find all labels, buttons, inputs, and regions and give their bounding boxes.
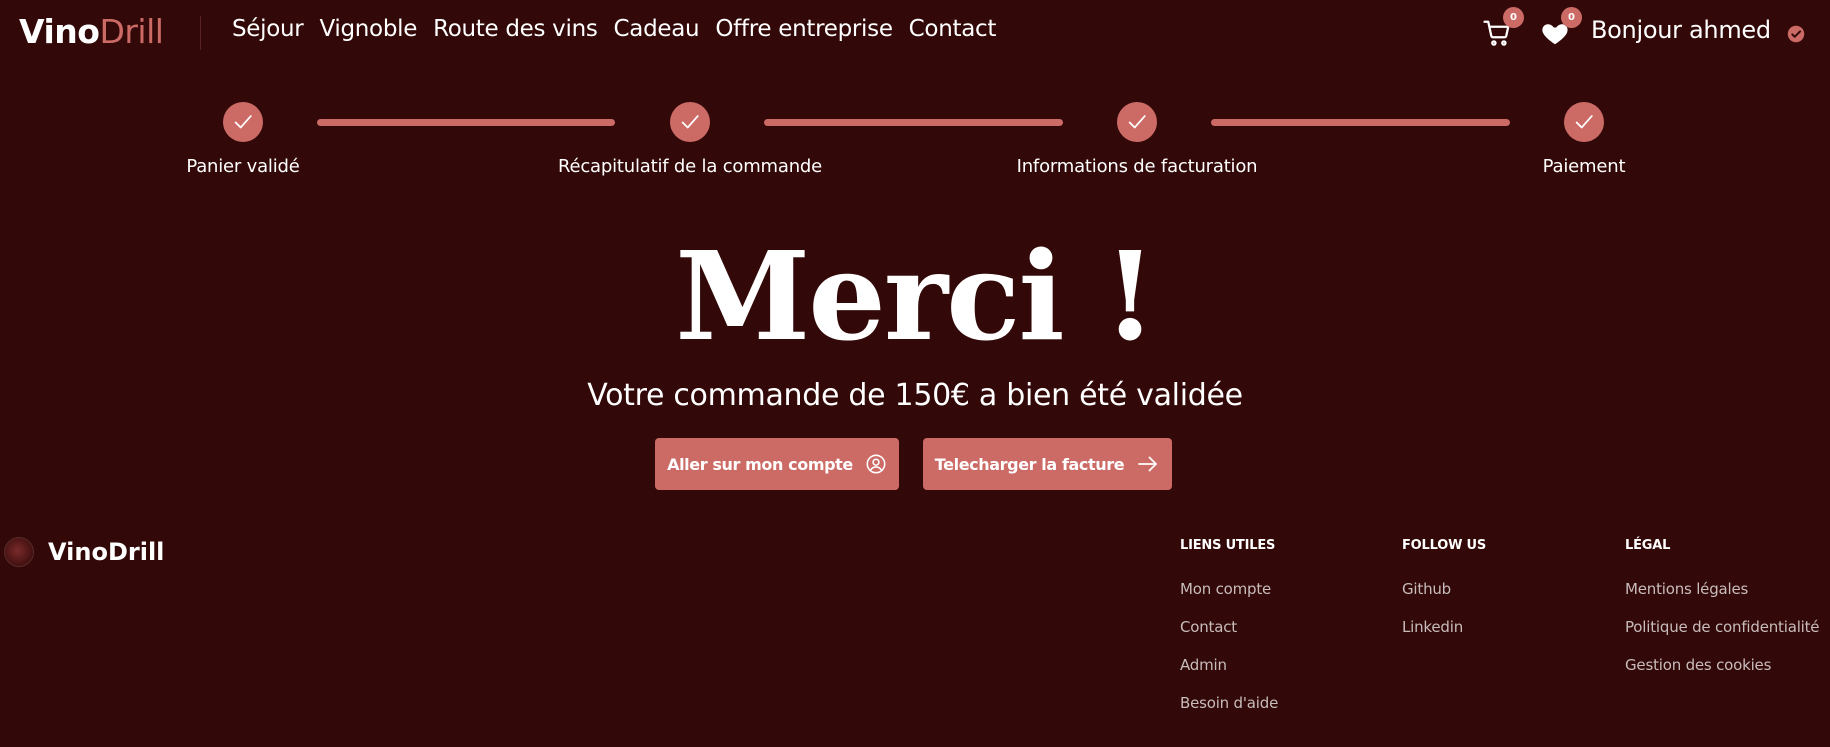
- step-connector-3: [1211, 119, 1510, 126]
- footer-link-mon-compte[interactable]: Mon compte: [1180, 580, 1278, 598]
- footer-link-gestion-cookies[interactable]: Gestion des cookies: [1625, 656, 1819, 674]
- footer-link-admin[interactable]: Admin: [1180, 656, 1278, 674]
- user-circle-icon: [866, 454, 886, 474]
- go-to-account-button[interactable]: Aller sur mon compte: [655, 438, 899, 490]
- wishlist-button[interactable]: 0: [1540, 7, 1582, 50]
- nav-link-sejour[interactable]: Séjour: [232, 16, 304, 42]
- footer-link-contact[interactable]: Contact: [1180, 618, 1278, 636]
- footer-link-linkedin[interactable]: Linkedin: [1402, 618, 1486, 636]
- order-confirmation-message: Votre commande de 150€ a bien été validé…: [587, 378, 1243, 413]
- step-check-facturation: [1117, 102, 1157, 142]
- step-check-panier: [223, 102, 263, 142]
- step-connector-1: [317, 119, 615, 126]
- step-label-panier: Panier validé: [186, 156, 300, 177]
- step-label-recapitulatif: Récapitulatif de la commande: [557, 156, 823, 177]
- check-icon: [234, 115, 252, 129]
- download-invoice-button[interactable]: Telecharger la facture: [923, 438, 1172, 490]
- nav-link-route-des-vins[interactable]: Route des vins: [433, 16, 598, 42]
- checkout-progress: Panier validé Récapitulatif de la comman…: [0, 100, 1830, 190]
- site-logo[interactable]: VinoDrill: [19, 12, 164, 51]
- logo-drill-text: Drill: [99, 12, 164, 51]
- footer-heading-legal: LÉGAL: [1625, 538, 1671, 553]
- arrow-right-icon: [1138, 456, 1158, 472]
- step-label-facturation: Informations de facturation: [1016, 156, 1258, 177]
- footer-link-mentions-legales[interactable]: Mentions légales: [1625, 580, 1819, 598]
- check-icon: [1575, 115, 1593, 129]
- nav-link-cadeau[interactable]: Cadeau: [614, 16, 700, 42]
- footer-brand-name: VinoDrill: [48, 538, 165, 566]
- go-to-account-label: Aller sur mon compte: [667, 454, 853, 474]
- step-label-paiement: Paiement: [1542, 156, 1626, 177]
- thank-you-title: Merci !: [675, 224, 1157, 368]
- step-check-recapitulatif: [670, 102, 710, 142]
- nav-link-contact[interactable]: Contact: [909, 16, 997, 42]
- footer-column-follow-us: FOLLOW US Github Linkedin: [1402, 538, 1486, 656]
- step-connector-2: [764, 119, 1063, 126]
- nav-divider: [200, 16, 201, 50]
- footer-link-politique-confidentialite[interactable]: Politique de confidentialité: [1625, 618, 1820, 636]
- download-invoice-label: Telecharger la facture: [934, 454, 1125, 474]
- nav-link-vignoble[interactable]: Vignoble: [319, 16, 417, 42]
- check-icon: [681, 115, 699, 129]
- step-check-paiement: [1564, 102, 1604, 142]
- user-greeting[interactable]: Bonjour ahmed: [1591, 16, 1771, 44]
- footer-heading-liens-utiles: LIENS UTILES: [1180, 538, 1276, 553]
- footer-link-github[interactable]: Github: [1402, 580, 1486, 598]
- check-icon: [1128, 115, 1146, 129]
- footer-heading-follow-us: FOLLOW US: [1402, 538, 1487, 553]
- logo-vino-text: Vino: [19, 12, 100, 51]
- verified-check-icon: [1787, 25, 1805, 43]
- footer-logo[interactable]: VinoDrill: [4, 537, 164, 567]
- footer-logo-mark: [4, 537, 34, 567]
- cart-button[interactable]: 0: [1482, 7, 1524, 50]
- footer-link-besoin-daide[interactable]: Besoin d'aide: [1180, 694, 1278, 712]
- navbar: VinoDrill Séjour Vignoble Route des vins…: [0, 0, 1830, 66]
- cart-count-badge: 0: [1503, 7, 1524, 28]
- footer-column-legal: LÉGAL Mentions légales Politique de conf…: [1625, 538, 1820, 694]
- wishlist-count-badge: 0: [1561, 7, 1582, 28]
- main-nav: Séjour Vignoble Route des vins Cadeau Of…: [232, 16, 1012, 42]
- footer-column-liens-utiles: LIENS UTILES Mon compte Contact Admin Be…: [1180, 538, 1278, 732]
- nav-link-offre-entreprise[interactable]: Offre entreprise: [715, 16, 893, 42]
